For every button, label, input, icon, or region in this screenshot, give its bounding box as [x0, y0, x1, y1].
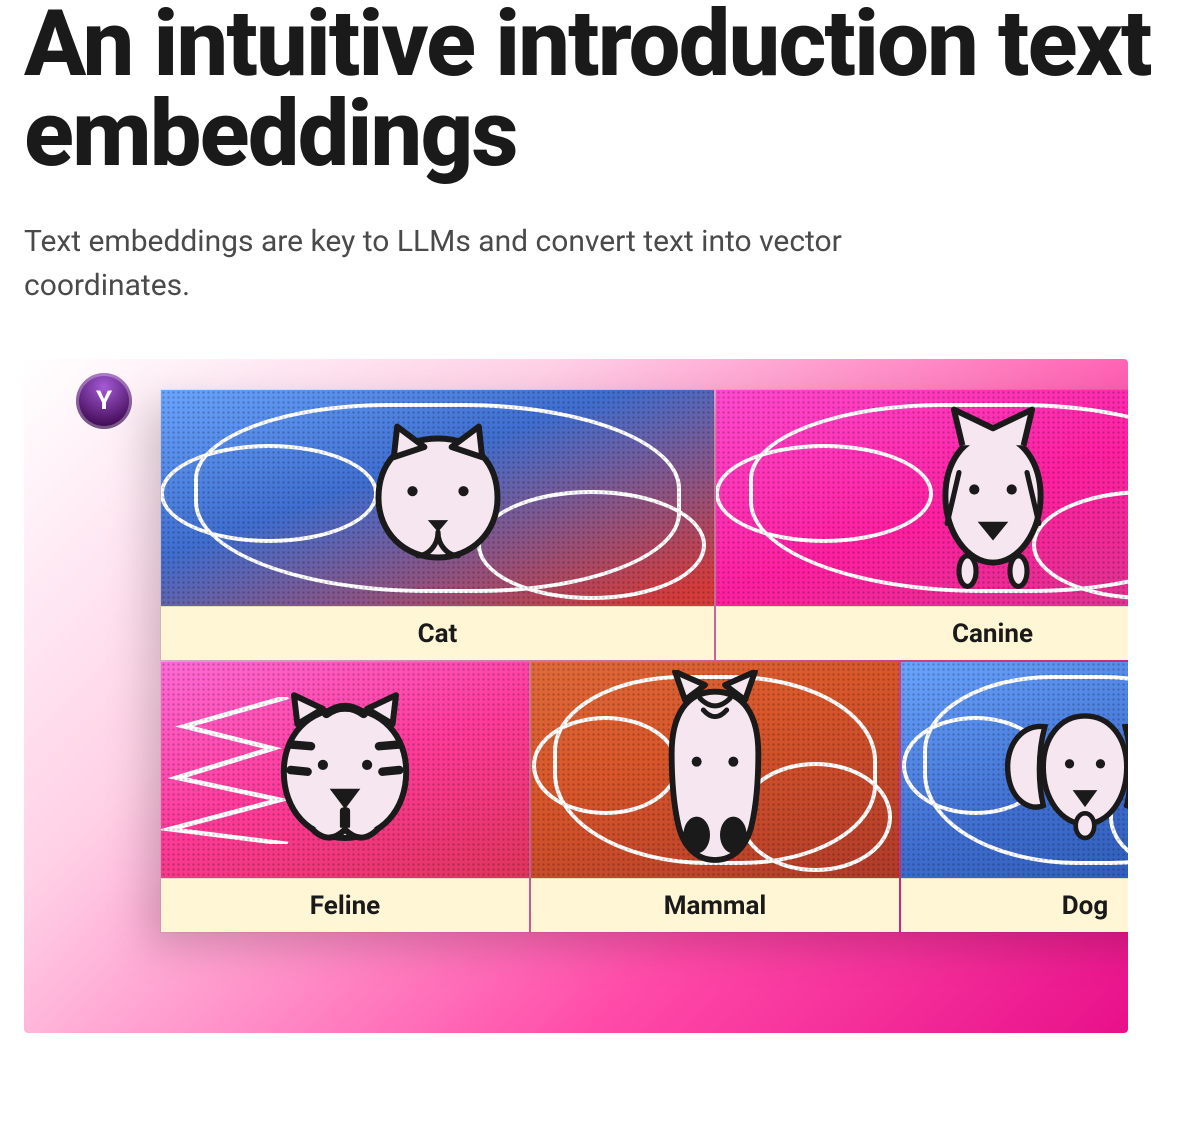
- canine-icon: [908, 398, 1078, 598]
- mammal-icon: [630, 670, 800, 870]
- hero-illustration: Y Cat: [24, 359, 1128, 1033]
- article-page: An intuitive introduction text embedding…: [0, 0, 1200, 1139]
- tile-feline: Feline: [160, 661, 530, 933]
- tile-dog: Dog: [900, 661, 1128, 933]
- tile-mammal: Mammal: [530, 661, 900, 933]
- tile-label: Canine: [716, 606, 1128, 660]
- source-badge: Y: [76, 373, 132, 429]
- article-subtitle: Text embeddings are key to LLMs and conv…: [24, 220, 1004, 307]
- dog-icon: [1000, 685, 1128, 855]
- tile-cat: Cat: [160, 389, 715, 661]
- tile-label: Dog: [901, 878, 1128, 932]
- animal-grid: Cat Canine: [160, 389, 1128, 1033]
- tile-label: Cat: [161, 606, 714, 660]
- tile-label: Feline: [161, 878, 529, 932]
- feline-icon: [260, 685, 430, 855]
- cat-icon: [353, 413, 523, 583]
- tile-canine: Canine: [715, 389, 1128, 661]
- tile-label: Mammal: [531, 878, 899, 932]
- article-title: An intuitive introduction text embedding…: [24, 0, 1176, 180]
